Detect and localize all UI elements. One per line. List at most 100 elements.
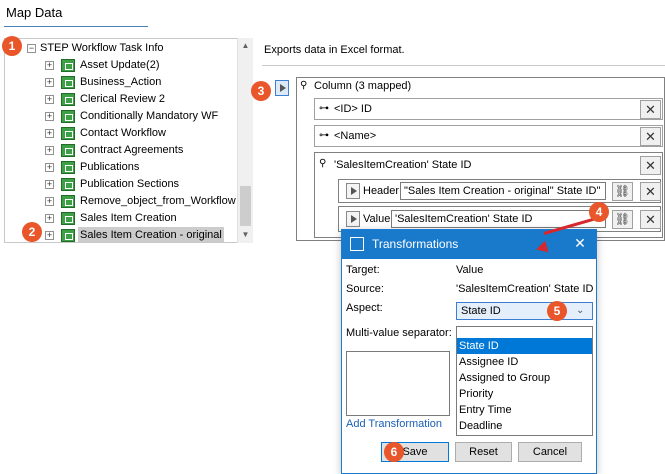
- tree-item[interactable]: + Sales Item Creation: [5, 210, 238, 227]
- tree-root-label: STEP Workflow Task Info: [40, 42, 164, 54]
- key-icon: ⚲: [319, 158, 327, 169]
- aspect-option[interactable]: Assigned to Group: [457, 370, 592, 386]
- expand-icon[interactable]: +: [45, 146, 54, 155]
- key-icon: ⚲: [300, 80, 308, 91]
- step-marker: 4: [589, 202, 609, 222]
- tree-root[interactable]: − STEP Workflow Task Info: [5, 40, 240, 57]
- scroll-thumb[interactable]: [240, 186, 251, 226]
- expand-icon[interactable]: +: [45, 180, 54, 189]
- export-description: Exports data in Excel format.: [264, 44, 405, 56]
- step-marker: 2: [22, 222, 42, 242]
- transform-button[interactable]: ⛓: [612, 182, 633, 201]
- key-icon: ⊶: [319, 103, 329, 114]
- tree-item[interactable]: + Clerical Review 2: [5, 91, 238, 108]
- reset-button[interactable]: Reset: [455, 442, 512, 462]
- aspect-label: Aspect:: [346, 302, 383, 314]
- header-label: Header: [363, 185, 400, 197]
- step-marker: 1: [2, 36, 22, 56]
- expand-icon[interactable]: +: [45, 197, 54, 206]
- aspect-select[interactable]: State ID: [456, 302, 593, 320]
- value-expand-button[interactable]: [346, 211, 360, 227]
- source-value: 'SalesItemCreation' State ID: [456, 283, 594, 295]
- workflow-icon: [61, 59, 75, 72]
- aspect-option[interactable]: Priority: [457, 386, 592, 402]
- value-label: Value: [363, 213, 391, 225]
- separator-label: Multi-value separator:: [346, 327, 452, 339]
- target-value: Value: [456, 264, 484, 276]
- workflow-icon: [61, 229, 75, 242]
- tree-item-label: Sales Item Creation - original: [78, 227, 224, 242]
- tree-item[interactable]: + Business_Action: [5, 74, 238, 91]
- tree-item-label: Sales Item Creation: [80, 212, 177, 224]
- tree-item-label: Remove_object_from_Workflow: [80, 195, 236, 207]
- expand-icon[interactable]: +: [45, 231, 54, 240]
- tree-item-label: Business_Action: [80, 76, 162, 88]
- add-transformation-link[interactable]: Add Transformation: [346, 418, 442, 430]
- field-label: <Name>: [334, 130, 377, 142]
- remove-value-button[interactable]: ✕: [640, 210, 661, 229]
- workflow-icon: [61, 178, 75, 191]
- target-label: Target:: [346, 264, 380, 276]
- column-expand-button[interactable]: [275, 80, 289, 96]
- workflow-icon: [61, 212, 75, 225]
- tree-scrollbar[interactable]: ▲ ▼: [237, 38, 253, 243]
- key-icon: ⊶: [319, 130, 329, 141]
- tree-item-label: Contract Agreements: [80, 144, 184, 156]
- aspect-option[interactable]: Deadline: [457, 418, 592, 434]
- tree-item-label: Contact Workflow: [80, 127, 166, 139]
- tree-item[interactable]: + Remove_object_from_Workflow: [5, 193, 238, 210]
- tree-item-label: Asset Update(2): [80, 59, 160, 71]
- remove-field-button[interactable]: ✕: [640, 100, 661, 119]
- expand-icon[interactable]: +: [45, 112, 54, 121]
- scroll-down-icon[interactable]: ▼: [238, 227, 253, 243]
- tree-item[interactable]: + Contact Workflow: [5, 125, 238, 142]
- workflow-icon: [61, 127, 75, 140]
- workflow-icon: [61, 110, 75, 123]
- expand-icon[interactable]: +: [45, 214, 54, 223]
- tree-item-label: Publication Sections: [80, 178, 180, 190]
- window-icon: [350, 237, 364, 251]
- step-marker: 6: [384, 442, 404, 462]
- expand-icon[interactable]: +: [45, 95, 54, 104]
- tree-item[interactable]: + Publication Sections: [5, 176, 238, 193]
- remove-header-button[interactable]: ✕: [640, 182, 661, 201]
- tree-item[interactable]: + Conditionally Mandatory WF: [5, 108, 238, 125]
- workflow-icon: [61, 195, 75, 208]
- aspect-option[interactable]: Entry Time: [457, 402, 592, 418]
- workflow-tree[interactable]: − STEP Workflow Task Info + Asset Update(…: [4, 38, 253, 243]
- chevron-down-icon[interactable]: ⌄: [576, 305, 584, 316]
- close-icon[interactable]: ✕: [570, 233, 590, 253]
- header-input[interactable]: "Sales Item Creation - original" State I…: [400, 182, 606, 200]
- expand-icon[interactable]: +: [45, 61, 54, 70]
- expand-icon[interactable]: +: [45, 129, 54, 138]
- title-underline: [4, 26, 148, 27]
- column-header-label: Column (3 mapped): [314, 80, 412, 92]
- workflow-icon: [61, 144, 75, 157]
- step-marker: 3: [251, 81, 271, 101]
- divider: [262, 65, 665, 66]
- workflow-icon: [61, 76, 75, 89]
- transformations-list[interactable]: [346, 351, 450, 416]
- scroll-up-icon[interactable]: ▲: [238, 38, 253, 54]
- expand-icon[interactable]: +: [45, 78, 54, 87]
- workflow-icon: [61, 161, 75, 174]
- tree-item[interactable]: + Publications: [5, 159, 238, 176]
- tree-item[interactable]: + Asset Update(2): [5, 57, 238, 74]
- cancel-button[interactable]: Cancel: [518, 442, 582, 462]
- aspect-option[interactable]: Assignee ID: [457, 354, 592, 370]
- step-marker: 5: [547, 301, 567, 321]
- tree-item-label: Conditionally Mandatory WF: [80, 110, 219, 122]
- tree-item-label: Publications: [80, 161, 140, 173]
- expand-icon[interactable]: +: [45, 163, 54, 172]
- remove-field-button[interactable]: ✕: [640, 127, 661, 146]
- collapse-icon[interactable]: −: [27, 44, 36, 53]
- source-label: Source:: [346, 283, 384, 295]
- header-expand-button[interactable]: [346, 183, 360, 199]
- remove-field-button[interactable]: ✕: [640, 156, 661, 175]
- tree-item-label: Clerical Review 2: [80, 93, 165, 105]
- workflow-icon: [61, 93, 75, 106]
- transform-button[interactable]: ⛓: [612, 210, 633, 229]
- aspect-option[interactable]: State ID: [457, 338, 592, 354]
- field-label: 'SalesItemCreation' State ID: [334, 159, 472, 171]
- tree-item[interactable]: + Contract Agreements: [5, 142, 238, 159]
